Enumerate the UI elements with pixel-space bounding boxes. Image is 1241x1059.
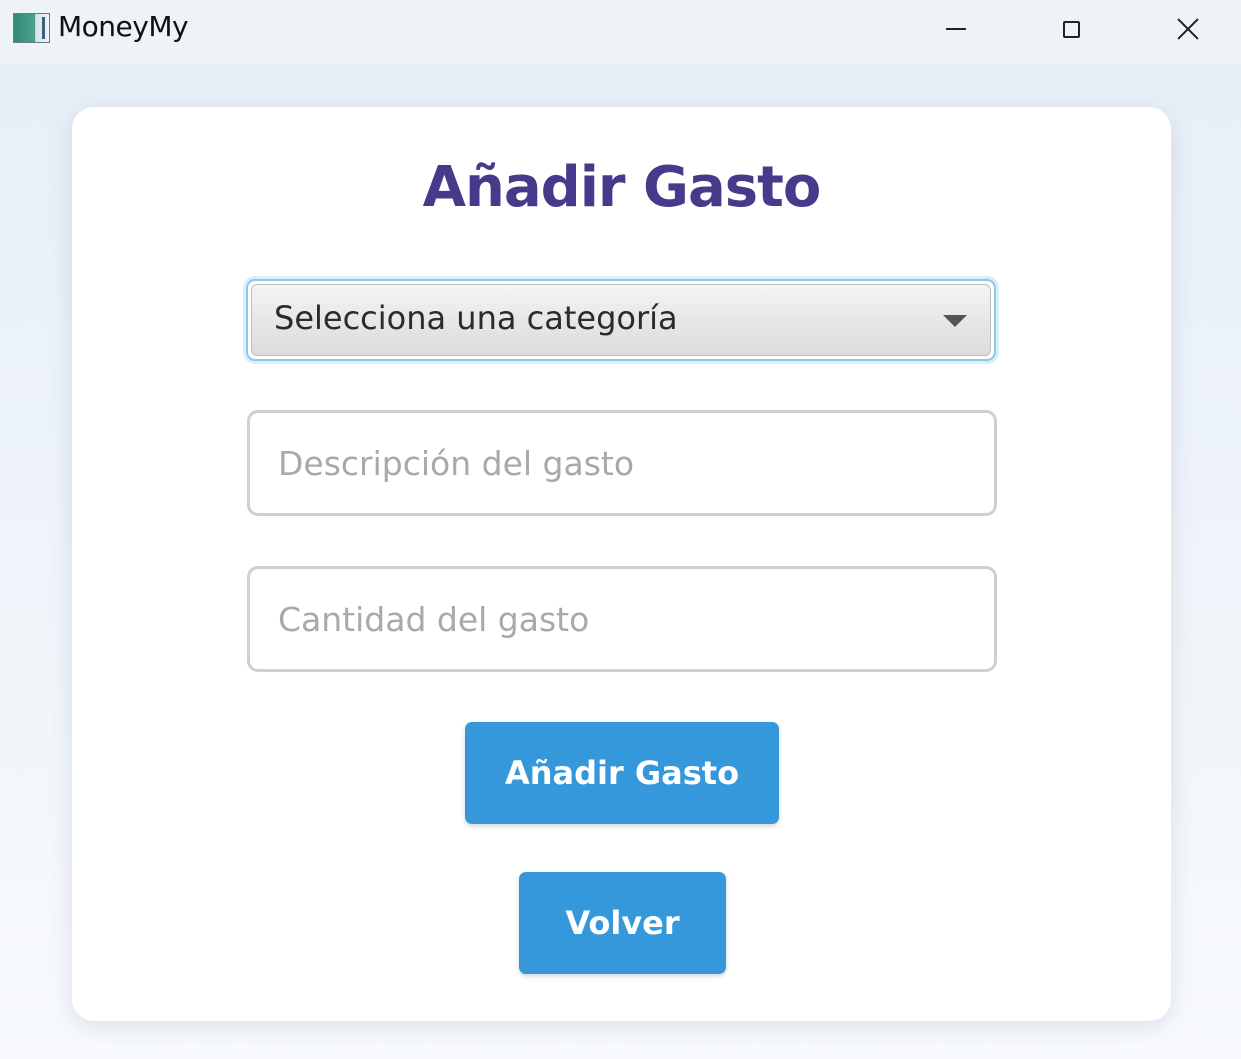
close-icon	[1177, 18, 1199, 40]
expense-form-card: Añadir Gasto Selecciona una categoría Añ…	[72, 107, 1171, 1021]
page-title: Añadir Gasto	[422, 155, 822, 220]
minimize-button[interactable]	[900, 0, 1012, 58]
close-button[interactable]	[1132, 0, 1241, 58]
category-select-value: Selecciona una categoría	[274, 299, 678, 337]
category-select[interactable]: Selecciona una categoría	[246, 279, 996, 361]
description-input[interactable]	[247, 410, 997, 516]
amount-input[interactable]	[247, 566, 997, 672]
chevron-down-icon[interactable]	[943, 315, 967, 327]
add-expense-button[interactable]: Añadir Gasto	[465, 722, 779, 824]
window-titlebar: MoneyMy	[0, 0, 1241, 64]
window-title: MoneyMy	[58, 10, 189, 43]
back-button[interactable]: Volver	[519, 872, 726, 974]
minimize-icon	[946, 28, 966, 30]
maximize-icon	[1062, 20, 1080, 38]
maximize-button[interactable]	[1015, 0, 1127, 58]
category-select-box[interactable]: Selecciona una categoría	[251, 284, 991, 356]
app-icon	[13, 13, 50, 43]
